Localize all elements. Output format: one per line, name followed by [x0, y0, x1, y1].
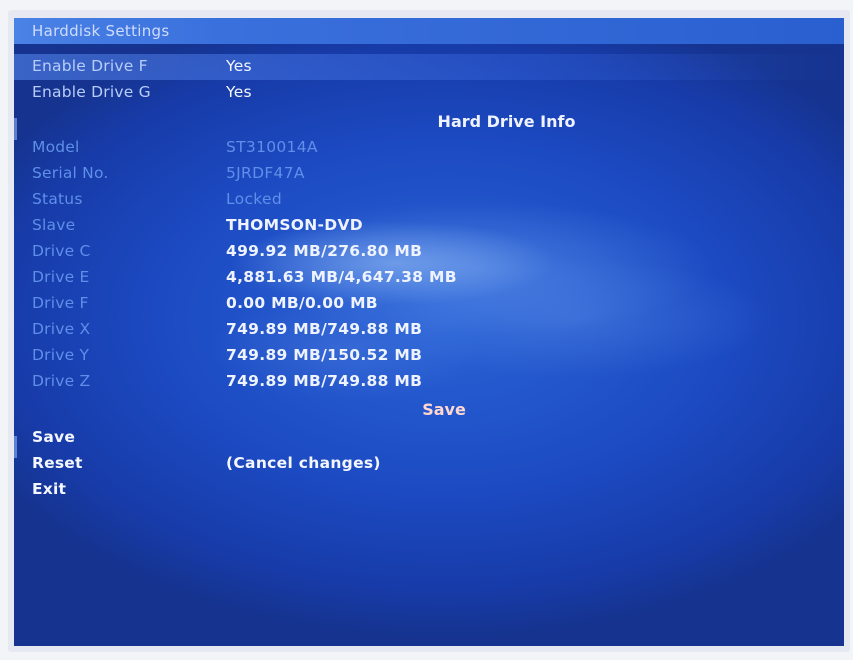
- info-value: Locked: [226, 190, 282, 208]
- info-row-drive-c: Drive C 499.92 MB/276.80 MB: [14, 239, 844, 265]
- option-enable-drive-f[interactable]: Enable Drive F Yes: [14, 54, 844, 80]
- info-value: 749.89 MB/749.88 MB: [226, 372, 423, 390]
- option-value[interactable]: Yes: [226, 83, 252, 101]
- info-value: 499.92 MB/276.80 MB: [226, 242, 423, 260]
- edge-marker: [14, 118, 17, 140]
- menu-item-exit[interactable]: Exit: [14, 477, 844, 503]
- option-label: Enable Drive F: [32, 57, 148, 75]
- reset-hint: (Cancel changes): [226, 454, 381, 472]
- info-row-drive-y: Drive Y 749.89 MB/150.52 MB: [14, 343, 844, 369]
- info-label: Drive Y: [32, 346, 90, 364]
- save-label[interactable]: Save: [32, 428, 75, 446]
- info-value: 749.89 MB/749.88 MB: [226, 320, 423, 338]
- info-label: Serial No.: [32, 164, 109, 182]
- option-enable-drive-g[interactable]: Enable Drive G Yes: [14, 80, 844, 106]
- info-value: 4,881.63 MB/4,647.38 MB: [226, 268, 457, 286]
- info-row-slave: Slave THOMSON-DVD: [14, 213, 844, 239]
- info-label: Model: [32, 138, 80, 156]
- option-label: Enable Drive G: [32, 83, 151, 101]
- info-row-status: Status Locked: [14, 187, 844, 213]
- info-label: Status: [32, 190, 83, 208]
- title-bar: Harddisk Settings: [14, 18, 844, 44]
- info-label: Drive C: [32, 242, 91, 260]
- menu-item-save[interactable]: Save: [14, 425, 844, 451]
- info-label: Drive X: [32, 320, 91, 338]
- info-heading: Hard Drive Info: [437, 112, 576, 131]
- edge-marker: [14, 436, 17, 458]
- info-row-drive-f: Drive F 0.00 MB/0.00 MB: [14, 291, 844, 317]
- bios-screen: Harddisk Settings Enable Drive F Yes Ena…: [14, 18, 844, 646]
- info-value: ST310014A: [226, 138, 318, 156]
- info-label: Slave: [32, 216, 76, 234]
- info-value: 749.89 MB/150.52 MB: [226, 346, 423, 364]
- info-row-drive-x: Drive X 749.89 MB/749.88 MB: [14, 317, 844, 343]
- exit-label[interactable]: Exit: [32, 480, 66, 498]
- info-value: 5JRDF47A: [226, 164, 305, 182]
- info-label: Drive E: [32, 268, 90, 286]
- info-row-drive-z: Drive Z 749.89 MB/749.88 MB: [14, 369, 844, 395]
- info-value: 0.00 MB/0.00 MB: [226, 294, 378, 312]
- info-row-serial: Serial No. 5JRDF47A: [14, 161, 844, 187]
- option-value[interactable]: Yes: [226, 57, 252, 75]
- info-value: THOMSON-DVD: [226, 216, 363, 234]
- info-row-drive-e: Drive E 4,881.63 MB/4,647.38 MB: [14, 265, 844, 291]
- info-label: Drive F: [32, 294, 89, 312]
- reset-label[interactable]: Reset: [32, 454, 83, 472]
- info-row-model: Model ST310014A: [14, 135, 844, 161]
- save-hint: Save: [422, 400, 466, 419]
- window-title: Harddisk Settings: [32, 22, 170, 40]
- menu-item-reset[interactable]: Reset (Cancel changes): [14, 451, 844, 477]
- info-label: Drive Z: [32, 372, 91, 390]
